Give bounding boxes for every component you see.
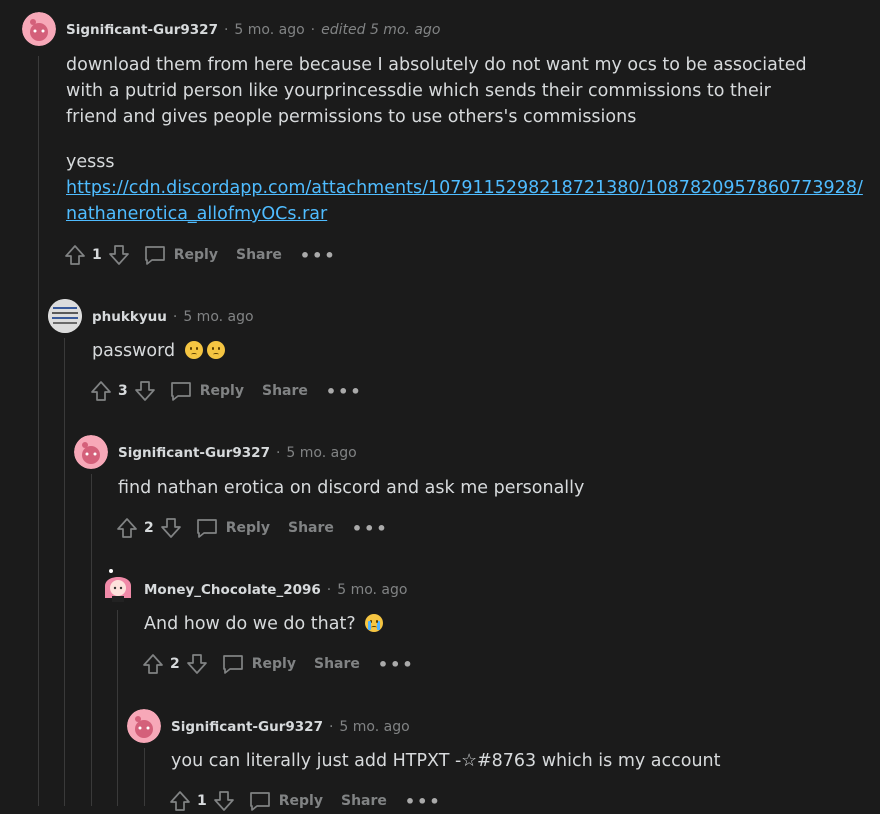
reply-button[interactable]: Reply: [220, 651, 296, 677]
share-button[interactable]: Share: [288, 520, 334, 536]
comment-actions: 1 Reply Share •••: [62, 242, 337, 268]
author-name[interactable]: Significant-Gur9327: [118, 445, 270, 461]
crying-emoji-icon: [365, 614, 384, 632]
more-options-icon[interactable]: •••: [405, 792, 442, 811]
share-button[interactable]: Share: [236, 247, 282, 263]
upvote-icon[interactable]: [140, 651, 166, 677]
timestamp: · 5 mo. ago: [275, 445, 357, 461]
downvote-icon[interactable]: [132, 378, 158, 404]
author-name[interactable]: Significant-Gur9327: [66, 22, 218, 38]
thread-line[interactable]: [144, 748, 145, 806]
reply-comment-icon: [220, 651, 246, 677]
timestamp: · 5 mo. ago: [326, 582, 408, 598]
vote-count: 1: [197, 793, 207, 809]
author-name[interactable]: Money_Chocolate_2096: [144, 582, 321, 598]
thread-line[interactable]: [64, 338, 65, 806]
vote-count: 3: [118, 383, 128, 399]
thread-line[interactable]: [38, 56, 39, 806]
more-options-icon[interactable]: •••: [352, 519, 389, 538]
reply-button[interactable]: Reply: [194, 515, 270, 541]
author-name[interactable]: phukkyuu: [92, 309, 167, 325]
upvote-icon[interactable]: [114, 515, 140, 541]
more-options-icon[interactable]: •••: [326, 382, 363, 401]
reply-comment-icon: [142, 242, 168, 268]
comment-body: find nathan erotica on discord and ask m…: [118, 478, 585, 498]
emoji-face-icon: [184, 341, 203, 359]
more-options-icon[interactable]: •••: [378, 655, 415, 674]
reply-comment-icon: [247, 788, 273, 814]
upvote-icon[interactable]: [88, 378, 114, 404]
vote-count: 2: [170, 656, 180, 672]
attachment-link[interactable]: https://cdn.discordapp.com/attachments/1…: [66, 178, 863, 224]
author-name[interactable]: Significant-Gur9327: [171, 719, 323, 735]
downvote-icon[interactable]: [211, 788, 237, 814]
timestamp: · 5 mo. ago: [172, 309, 254, 325]
comment-body: download them from here because I absolu…: [66, 55, 863, 224]
comment-actions: 1 Reply Share •••: [167, 788, 442, 814]
emoji-face-icon: [206, 341, 225, 359]
timestamp: · 5 mo. ago: [328, 719, 410, 735]
reply-comment-icon: [168, 378, 194, 404]
comment-actions: 3 Reply Share •••: [88, 378, 363, 404]
reply-button[interactable]: Reply: [168, 378, 244, 404]
reply-comment-icon: [194, 515, 220, 541]
upvote-icon[interactable]: [62, 242, 88, 268]
comment-body: password: [92, 338, 225, 364]
thread-line[interactable]: [117, 610, 118, 806]
avatar[interactable]: [74, 435, 108, 469]
share-button[interactable]: Share: [341, 793, 387, 809]
share-button[interactable]: Share: [314, 656, 360, 672]
upvote-icon[interactable]: [167, 788, 193, 814]
edited-label: edited 5 mo. ago: [321, 22, 441, 38]
downvote-icon[interactable]: [106, 242, 132, 268]
avatar[interactable]: [48, 299, 82, 333]
comment-actions: 2 Reply Share •••: [140, 651, 415, 677]
downvote-icon[interactable]: [158, 515, 184, 541]
more-options-icon[interactable]: •••: [300, 246, 337, 265]
vote-count: 1: [92, 247, 102, 263]
comment-actions: 2 Reply Share •••: [114, 515, 389, 541]
comment-body: And how do we do that?: [144, 611, 384, 637]
avatar[interactable]: [22, 12, 56, 46]
avatar[interactable]: [101, 568, 135, 602]
reply-button[interactable]: Reply: [247, 788, 323, 814]
thread-line[interactable]: [91, 474, 92, 806]
reply-button[interactable]: Reply: [142, 242, 218, 268]
avatar[interactable]: [127, 709, 161, 743]
downvote-icon[interactable]: [184, 651, 210, 677]
comment-body: you can literally just add HTPXT -☆#8763…: [171, 751, 721, 771]
timestamp: · 5 mo. ago · edited 5 mo. ago: [223, 22, 441, 38]
vote-count: 2: [144, 520, 154, 536]
share-button[interactable]: Share: [262, 383, 308, 399]
